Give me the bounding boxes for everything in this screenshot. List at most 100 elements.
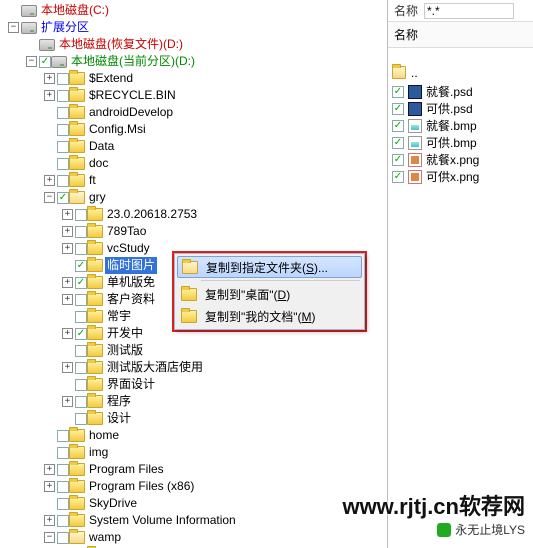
- tree-node-label[interactable]: 客户资料: [105, 291, 157, 308]
- tree-node-label[interactable]: SkyDrive: [87, 495, 139, 512]
- tree-node[interactable]: + 程序: [2, 393, 387, 410]
- file-row[interactable]: 就餐.bmp: [392, 117, 529, 134]
- file-checkbox[interactable]: [392, 120, 404, 132]
- tree-node-label[interactable]: 临时图片: [105, 257, 157, 274]
- tree-node[interactable]: +ft: [2, 172, 387, 189]
- ctx-copy-to-documents[interactable]: 复制到"我的文档"(M): [177, 305, 362, 327]
- tree-node-label[interactable]: Data: [87, 138, 116, 155]
- tree-node-label[interactable]: 程序: [105, 393, 133, 410]
- tree-checkbox[interactable]: [57, 141, 69, 153]
- expand-icon[interactable]: +: [44, 90, 55, 101]
- tree-node[interactable]: + $Extend: [2, 70, 387, 87]
- tree-checkbox[interactable]: [57, 124, 69, 136]
- tree-node-label[interactable]: 界面设计: [105, 376, 157, 393]
- expand-icon[interactable]: +: [62, 362, 73, 373]
- tree-node[interactable]: −gry: [2, 189, 387, 206]
- tree-checkbox[interactable]: [75, 294, 87, 306]
- collapse-icon[interactable]: −: [8, 22, 19, 33]
- tree-checkbox[interactable]: [75, 260, 87, 272]
- tree-checkbox[interactable]: [57, 532, 69, 544]
- column-header[interactable]: 名称: [388, 22, 533, 48]
- collapse-icon[interactable]: −: [26, 56, 37, 67]
- tree-node-label[interactable]: Config.Msi: [87, 121, 148, 138]
- tree-node[interactable]: Data: [2, 138, 387, 155]
- tree-checkbox[interactable]: [57, 481, 69, 493]
- tree-node-label[interactable]: 设计: [105, 410, 133, 427]
- ctx-copy-to-folder[interactable]: 复制到指定文件夹(S)...: [177, 256, 362, 278]
- expand-icon[interactable]: +: [62, 277, 73, 288]
- file-row[interactable]: 就餐.psd: [392, 83, 529, 100]
- collapse-icon[interactable]: −: [44, 532, 55, 543]
- tree-node-label[interactable]: 测试版: [105, 342, 145, 359]
- tree-node-label[interactable]: 789Tao: [105, 223, 148, 240]
- tree-checkbox[interactable]: [57, 192, 69, 204]
- tree-checkbox[interactable]: [75, 311, 87, 323]
- expand-icon[interactable]: +: [44, 481, 55, 492]
- tree-node-label[interactable]: 常宇: [105, 308, 133, 325]
- ctx-copy-to-desktop[interactable]: 复制到"桌面"(D): [177, 283, 362, 305]
- tree-checkbox[interactable]: [57, 73, 69, 85]
- tree-node-label[interactable]: 扩展分区: [39, 19, 91, 36]
- file-checkbox[interactable]: [392, 171, 404, 183]
- expand-icon[interactable]: +: [62, 209, 73, 220]
- collapse-icon[interactable]: −: [44, 192, 55, 203]
- tree-checkbox[interactable]: [57, 90, 69, 102]
- tree-node-label[interactable]: img: [87, 444, 110, 461]
- tree-node-label[interactable]: 本地磁盘(C:): [39, 2, 111, 19]
- expand-icon[interactable]: +: [44, 515, 55, 526]
- tree-node[interactable]: 设计: [2, 410, 387, 427]
- tree-node-label[interactable]: wamp: [87, 529, 123, 546]
- tree-node-label[interactable]: 单机版免: [105, 274, 157, 291]
- tree-node-label[interactable]: vcStudy: [105, 240, 152, 257]
- tree-checkbox[interactable]: [57, 515, 69, 527]
- tree-node[interactable]: doc: [2, 155, 387, 172]
- tree-checkbox[interactable]: [57, 175, 69, 187]
- file-row[interactable]: 可供x.png: [392, 168, 529, 185]
- tree-node-label[interactable]: Program Files (x86): [87, 478, 196, 495]
- tree-node-label[interactable]: $Extend: [87, 70, 135, 87]
- tree-node[interactable]: home: [2, 427, 387, 444]
- file-checkbox[interactable]: [392, 103, 404, 115]
- tree-node-label[interactable]: 测试版大酒店使用: [105, 359, 205, 376]
- file-checkbox[interactable]: [392, 154, 404, 166]
- tree-checkbox[interactable]: [57, 158, 69, 170]
- tree-node[interactable]: +23.0.20618.2753: [2, 206, 387, 223]
- tree-checkbox[interactable]: [57, 498, 69, 510]
- tree-node-label[interactable]: System Volume Information: [87, 512, 238, 529]
- expand-icon[interactable]: +: [62, 294, 73, 305]
- tree-node[interactable]: + 测试版大酒店使用: [2, 359, 387, 376]
- tree-checkbox[interactable]: [75, 328, 87, 340]
- tree-checkbox[interactable]: [75, 379, 87, 391]
- tree-checkbox[interactable]: [57, 464, 69, 476]
- tree-checkbox[interactable]: [39, 56, 51, 68]
- tree-node-label[interactable]: ft: [87, 172, 98, 189]
- tree-node[interactable]: + System Volume Information: [2, 512, 387, 529]
- tree-node[interactable]: androidDevelop: [2, 104, 387, 121]
- file-checkbox[interactable]: [392, 137, 404, 149]
- expand-icon[interactable]: +: [62, 396, 73, 407]
- expand-icon[interactable]: +: [62, 328, 73, 339]
- tree-checkbox[interactable]: [75, 226, 87, 238]
- tree-node-label[interactable]: androidDevelop: [87, 104, 175, 121]
- tree-checkbox[interactable]: [75, 345, 87, 357]
- tree-node-label[interactable]: 本地磁盘(当前分区)(D:): [69, 53, 197, 70]
- expand-icon[interactable]: +: [62, 226, 73, 237]
- tree-checkbox[interactable]: [75, 277, 87, 289]
- tree-node-label[interactable]: Program Files: [87, 461, 166, 478]
- tree-node[interactable]: 界面设计: [2, 376, 387, 393]
- tree-node[interactable]: − 扩展分区: [2, 19, 387, 36]
- tree-checkbox[interactable]: [75, 209, 87, 221]
- tree-checkbox[interactable]: [75, 243, 87, 255]
- expand-icon[interactable]: +: [44, 464, 55, 475]
- tree-checkbox[interactable]: [57, 430, 69, 442]
- file-row[interactable]: ..: [392, 64, 529, 81]
- file-checkbox[interactable]: [392, 86, 404, 98]
- tree-node-label[interactable]: $RECYCLE.BIN: [87, 87, 178, 104]
- tree-checkbox[interactable]: [75, 362, 87, 374]
- tree-node-label[interactable]: 本地磁盘(恢复文件)(D:): [57, 36, 185, 53]
- tree-checkbox[interactable]: [57, 107, 69, 119]
- tree-node[interactable]: + Program Files: [2, 461, 387, 478]
- tree-node[interactable]: + Program Files (x86): [2, 478, 387, 495]
- tree-checkbox[interactable]: [57, 447, 69, 459]
- expand-icon[interactable]: +: [44, 73, 55, 84]
